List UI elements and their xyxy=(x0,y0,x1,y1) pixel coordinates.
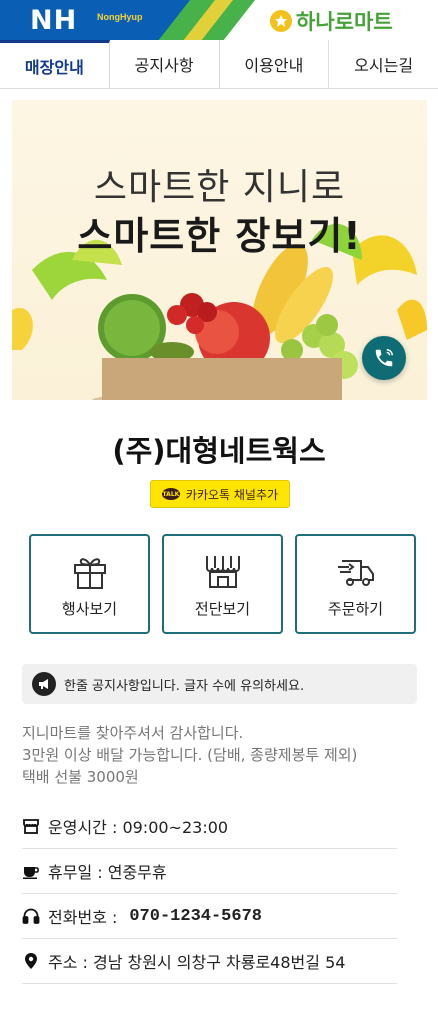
gift-icon xyxy=(73,557,106,589)
tab-notices[interactable]: 공지사항 xyxy=(110,40,220,88)
flyer-button[interactable]: 전단보기 xyxy=(162,534,283,634)
order-label: 주문하기 xyxy=(327,599,384,618)
intro-line: 택배 선불 3000원 xyxy=(22,768,139,786)
holiday-text: 휴무일 : 연중무휴 xyxy=(48,863,167,882)
hanaro-mart-logo[interactable]: 하나로마트 xyxy=(270,6,393,36)
hanaro-logo-text: 하나로마트 xyxy=(296,10,393,34)
coffee-cup-icon xyxy=(23,867,39,879)
quick-actions: 행사보기 전단보기 주문하기 xyxy=(29,534,416,634)
store-icon xyxy=(23,819,39,834)
notice-text: 한줄 공지사항입니다. 글자 수에 유의하세요. xyxy=(64,678,305,694)
app-header: NH NongHyup 하나로마트 xyxy=(0,0,438,40)
phone-label: 전화번호 : xyxy=(48,908,118,927)
flyer-icon xyxy=(205,555,240,588)
headset-icon xyxy=(22,908,40,924)
notice-bar[interactable]: 한줄 공지사항입니다. 글자 수에 유의하세요. xyxy=(22,664,417,704)
paper-bag-illustration xyxy=(102,358,342,400)
flyer-label: 전단보기 xyxy=(194,599,251,618)
megaphone-icon xyxy=(32,672,56,696)
events-button[interactable]: 행사보기 xyxy=(29,534,150,634)
address-row: 주소 : 경남 창원시 의창구 차룡로48번길 54 xyxy=(22,939,397,984)
nh-logo-subtitle: NongHyup xyxy=(97,12,143,22)
intro-line: 지니마트를 찾아주셔서 감사합니다. xyxy=(22,724,244,742)
store-info-list: 운영시간 : 09:00~23:00 휴무일 : 연중무휴 전화번호 : 070… xyxy=(22,804,397,984)
address-text: 주소 : 경남 창원시 의창구 차룡로48번길 54 xyxy=(48,953,346,972)
banner-headline-2: 스마트한 장보기! xyxy=(77,214,362,258)
nh-logo[interactable]: NH xyxy=(30,5,77,36)
kakao-channel-label: 카카오톡 채널추가 xyxy=(185,487,279,502)
phone-number[interactable]: 070-1234-5678 xyxy=(129,907,262,926)
intro-line: 3만원 이상 배달 가능합니다. (담배, 종량제봉투 제외) xyxy=(22,746,358,764)
kakao-talk-icon: TALK xyxy=(161,488,180,500)
kakao-channel-add-button[interactable]: TALK 카카오톡 채널추가 xyxy=(150,480,290,508)
promo-banner: 스마트한 지니로 스마트한 장보기! xyxy=(12,100,427,400)
tab-usage-guide[interactable]: 이용안내 xyxy=(220,40,330,88)
order-button[interactable]: 주문하기 xyxy=(295,534,416,634)
phone-icon xyxy=(375,349,393,367)
phone-row[interactable]: 전화번호 : 070-1234-5678 xyxy=(22,894,397,939)
tab-store-info[interactable]: 매장안내 xyxy=(0,40,110,88)
hours-text: 운영시간 : 09:00~23:00 xyxy=(48,818,229,837)
hanaro-logo-icon xyxy=(270,10,292,32)
delivery-truck-icon xyxy=(337,559,374,586)
store-intro: 지니마트를 찾아주셔서 감사합니다. 3만원 이상 배달 가능합니다. (담배,… xyxy=(22,722,422,788)
banner-headline-1: 스마트한 지니로 xyxy=(93,167,346,208)
main-tabs: 매장안내 공지사항 이용안내 오시는길 xyxy=(0,40,438,89)
tab-directions[interactable]: 오시는길 xyxy=(329,40,438,88)
location-pin-icon xyxy=(25,953,37,969)
holiday-row: 휴무일 : 연중무휴 xyxy=(22,849,397,894)
hours-row: 운영시간 : 09:00~23:00 xyxy=(22,804,397,849)
call-floating-button[interactable] xyxy=(362,336,406,380)
store-name: (주)대형네트웍스 xyxy=(112,434,326,468)
events-label: 행사보기 xyxy=(61,599,118,618)
